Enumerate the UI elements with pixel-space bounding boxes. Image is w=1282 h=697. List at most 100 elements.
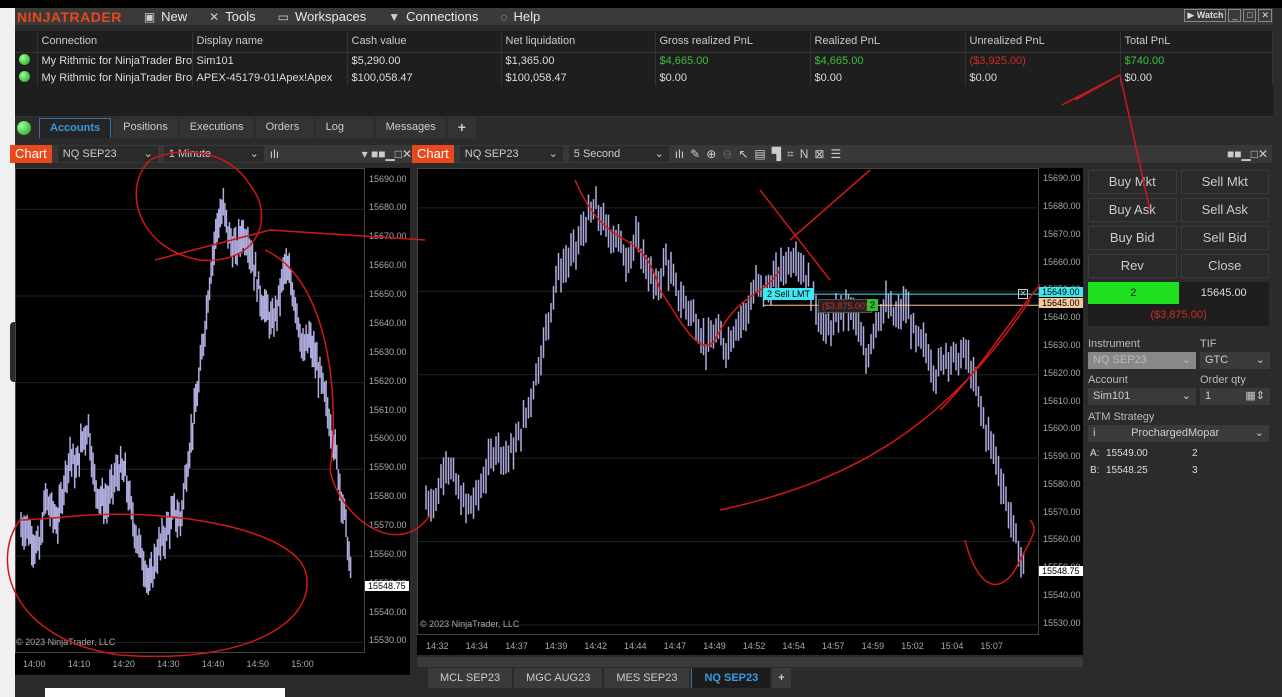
position-qty-label[interactable]: 2	[867, 299, 879, 311]
table-row[interactable]: My Rithmic for NinjaTrader Broke Sim101 …	[15, 52, 1273, 69]
price-tick: 15560.00	[369, 548, 407, 559]
interval-selector[interactable]: 1 Minute ⌄	[163, 146, 264, 162]
position-pnl-label[interactable]: ($3,875.00)	[818, 299, 873, 313]
order-qty-label: Order qty	[1200, 374, 1246, 386]
price-tick: 15670.00	[369, 231, 407, 242]
tab-accounts[interactable]: Accounts	[39, 118, 112, 138]
account-select[interactable]: Sim101 ⌄	[1088, 388, 1196, 405]
time-tick: 14:20	[112, 659, 135, 669]
tab-log[interactable]: Log	[315, 118, 374, 138]
instrument-selector[interactable]: NQ SEP23 ⌄	[57, 146, 158, 162]
drawing-tool-icon[interactable]: ✎	[690, 147, 700, 161]
window-buttons[interactable]: ▾ ■■▁□✕	[362, 147, 412, 161]
column-header[interactable]: Cash value	[347, 31, 502, 53]
column-header[interactable]: Gross realized PnL	[655, 31, 811, 53]
pointer-icon[interactable]: ↖	[738, 147, 748, 161]
price-tick: 15670.00	[1043, 228, 1081, 239]
sell-market-button[interactable]: Sell Mkt	[1180, 170, 1269, 194]
qty-value: 1	[1205, 390, 1212, 402]
right-price-axis[interactable]: 15690.0015680.0015670.0015660.0015650.00…	[1039, 168, 1083, 635]
bid-size: 3	[1192, 465, 1198, 476]
right-time-axis[interactable]: 14:32 14:34 14:37 14:39 14:42 14:44 14:47 14:49…	[417, 635, 1083, 655]
account-value: Sim101	[1093, 390, 1131, 402]
time-tick: 14:30	[157, 659, 180, 669]
buy-bid-button[interactable]: Buy Bid	[1088, 226, 1177, 250]
tab-mgc-aug23[interactable]: MGC AUG23	[514, 668, 603, 688]
zoom-out-icon[interactable]: ⊖	[722, 147, 732, 161]
price-tick: 15640.00	[1043, 312, 1081, 323]
tab-mcl-sep23[interactable]: MCL SEP23	[428, 668, 513, 688]
tab-messages[interactable]: Messages	[375, 118, 446, 138]
menu-connections[interactable]: ▼ Connections	[388, 9, 478, 24]
maximize-button[interactable]: □	[1243, 9, 1257, 22]
left-chart-plot[interactable]: © 2023 NinjaTrader, LLC	[15, 168, 366, 653]
properties-icon[interactable]: ☰	[830, 147, 841, 161]
order-qty-input[interactable]: 1 ▦⇕	[1200, 388, 1270, 405]
menu-new[interactable]: ▣ New	[144, 9, 187, 24]
menu-help[interactable]: ◌ Help	[500, 9, 540, 24]
column-header[interactable]: Net liquidation	[501, 31, 656, 53]
close-position-button[interactable]: Close	[1180, 254, 1269, 278]
tab-positions[interactable]: Positions	[113, 118, 178, 138]
indicators-icon[interactable]: N	[800, 147, 809, 161]
chart-style-icon[interactable]: ılı	[675, 147, 684, 161]
atm-strategy-select[interactable]: i ProchargedMopar ⌄	[1088, 425, 1269, 442]
time-tick: 14:54	[782, 641, 805, 651]
column-header[interactable]: Display name	[192, 31, 348, 53]
cell: $0.00	[1120, 69, 1273, 86]
right-chart-plot[interactable]: © 2023 NinjaTrader, LLC 2 Sell LMT ($3,8…	[417, 168, 1040, 635]
cancel-order-icon[interactable]: ✕	[1018, 289, 1028, 299]
cell: $0.00	[810, 69, 966, 86]
window-buttons[interactable]: ■■▁□✕	[1227, 147, 1268, 161]
sell-bid-button[interactable]: Sell Bid	[1180, 226, 1269, 250]
tif-select[interactable]: GTC ⌄	[1200, 352, 1270, 369]
chart-trader-icon[interactable]: ▜	[772, 147, 781, 161]
horizontal-scrollbar[interactable]	[417, 657, 1083, 667]
instrument-selector[interactable]: NQ SEP23 ⌄	[459, 146, 563, 162]
data-box-icon[interactable]: ▤	[754, 147, 765, 161]
add-tab-button[interactable]: +	[447, 118, 476, 138]
watch-button[interactable]: ▶ Watch	[1184, 9, 1227, 22]
close-button[interactable]: ✕	[1258, 9, 1272, 22]
reverse-button[interactable]: Rev	[1088, 254, 1177, 278]
chart-style-icon[interactable]: ılı	[270, 147, 279, 161]
zoom-in-icon[interactable]: ⊕	[706, 147, 716, 161]
tab-orders[interactable]: Orders	[255, 118, 314, 138]
time-tick: 14:44	[624, 641, 647, 651]
column-header[interactable]: Unrealized PnL	[965, 31, 1121, 53]
buy-market-button[interactable]: Buy Mkt	[1088, 170, 1177, 194]
column-header[interactable]: Connection	[37, 31, 193, 53]
chart-button[interactable]: Chart	[412, 145, 454, 163]
table-row[interactable]: My Rithmic for NinjaTrader Broke APEX-45…	[15, 69, 1273, 86]
qty-stepper-icon[interactable]: ▦⇕	[1245, 388, 1265, 405]
cell: $0.00	[655, 69, 811, 86]
column-header[interactable]: Total PnL	[1120, 31, 1273, 53]
info-icon[interactable]: i	[1093, 425, 1095, 442]
column-header[interactable]: Realized PnL	[810, 31, 966, 53]
tab-mes-sep23[interactable]: MES SEP23	[604, 668, 690, 688]
add-tab-button[interactable]: +	[772, 668, 791, 688]
menu-workspaces[interactable]: ▭ Workspaces	[278, 9, 367, 24]
price-tick: 15540.00	[369, 606, 407, 617]
chart-button[interactable]: Chart	[10, 145, 52, 163]
snapshot-icon[interactable]: ⌗	[787, 147, 794, 162]
workspaces-icon: ▭	[277, 9, 289, 24]
minimize-button[interactable]: _	[1228, 9, 1242, 22]
tab-nq-sep23[interactable]: NQ SEP23	[691, 668, 771, 688]
order-line-price: 15649.00	[1039, 287, 1083, 298]
tab-executions[interactable]: Executions	[179, 118, 254, 138]
strategies-icon[interactable]: ⊠	[814, 147, 824, 161]
buy-ask-button[interactable]: Buy Ask	[1088, 198, 1177, 222]
menu-tools[interactable]: ✕ Tools	[209, 9, 255, 24]
cell: $4,665.00	[655, 52, 811, 69]
menu-label: Help	[513, 9, 541, 24]
bid-ask-display: A: 15549.00 2 B: 15548.25 3	[1085, 442, 1272, 482]
instrument-select[interactable]: NQ SEP23 ⌄	[1088, 352, 1196, 369]
interval-value: 5 Second	[573, 148, 621, 160]
sell-ask-button[interactable]: Sell Ask	[1180, 198, 1269, 222]
price-tick: 15580.00	[1043, 478, 1081, 489]
sell-limit-order-label[interactable]: 2 Sell LMT	[763, 288, 815, 300]
left-time-axis[interactable]: 14:00 14:10 14:20 14:30 14:40 14:50 15:00	[15, 653, 410, 675]
interval-selector[interactable]: 5 Second ⌄	[568, 146, 669, 162]
left-price-axis[interactable]: 15690.00 15680.00 15670.00 15660.00 15650.00…	[365, 168, 410, 653]
